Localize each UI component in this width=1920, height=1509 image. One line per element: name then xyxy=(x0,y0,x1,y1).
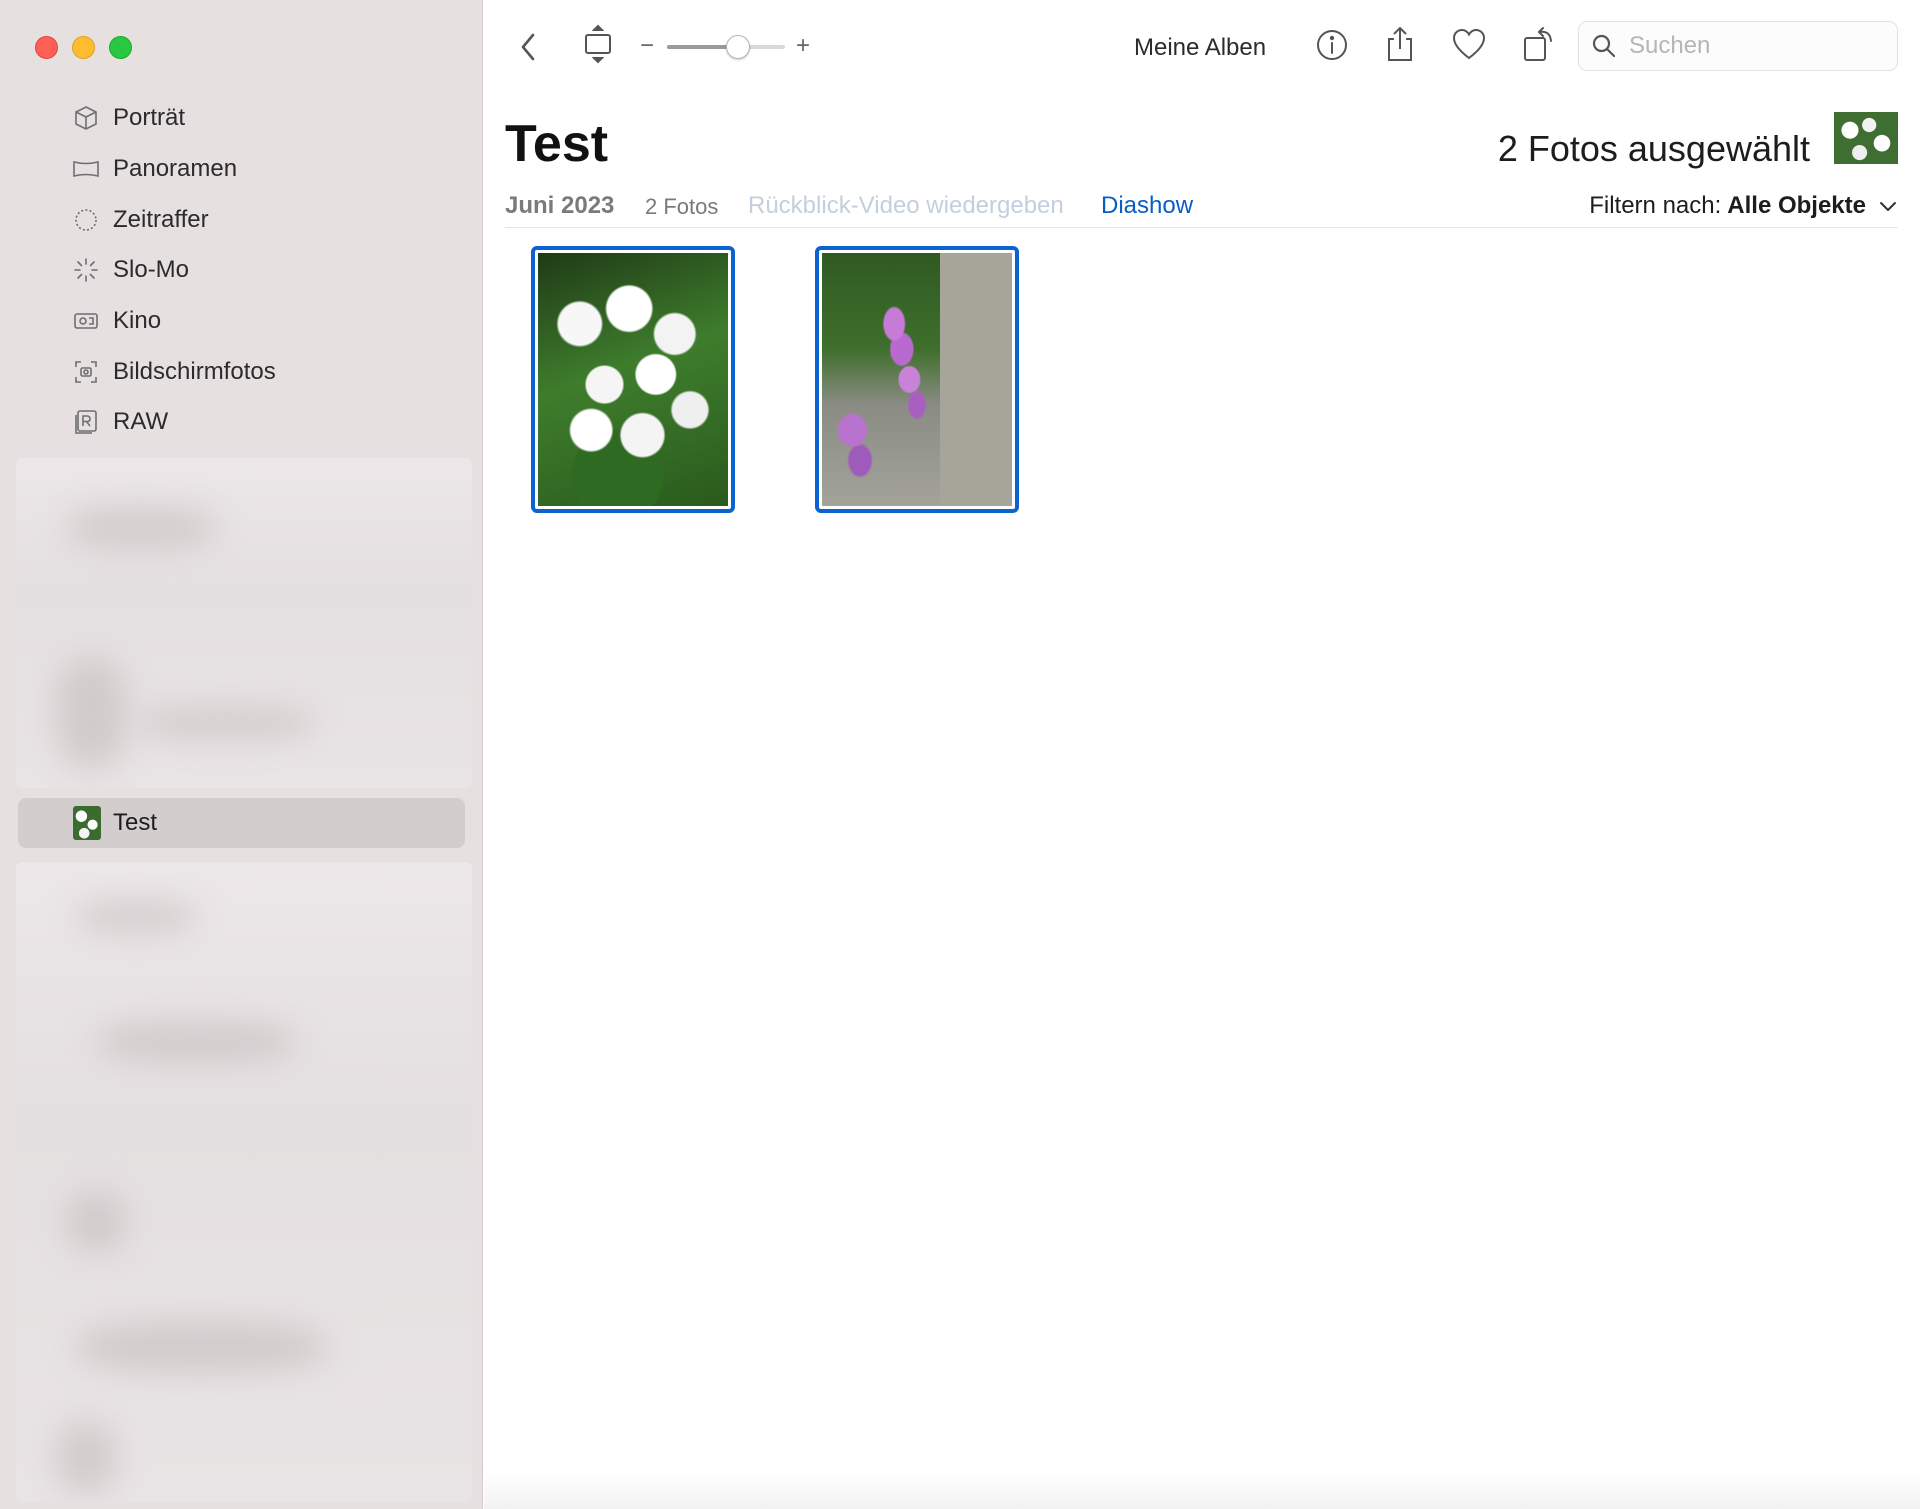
zoom-out-button[interactable]: − xyxy=(640,32,654,60)
back-button[interactable] xyxy=(514,30,544,64)
photo-purple-foxglove xyxy=(822,253,1012,506)
sidebar-item-label: RAW xyxy=(113,408,169,436)
search-field[interactable] xyxy=(1578,21,1898,71)
sidebar: Porträt Panoramen Zeitraffer Slo-Mo Kino xyxy=(0,0,483,1509)
sidebar-item-screenshots[interactable]: Bildschirmfotos xyxy=(0,346,483,397)
search-input[interactable] xyxy=(1629,32,1879,60)
sidebar-item-raw[interactable]: RAW xyxy=(0,397,483,448)
share-button[interactable] xyxy=(1384,25,1416,63)
chevron-down-icon xyxy=(1880,202,1896,211)
window-controls xyxy=(35,36,132,59)
info-button[interactable] xyxy=(1315,28,1349,62)
filter-dropdown[interactable]: Filtern nach: Alle Objekte xyxy=(1589,192,1898,220)
sidebar-item-label: Test xyxy=(113,809,158,836)
toolbar: − + Meine Alben xyxy=(484,0,1920,95)
search-icon xyxy=(1592,34,1616,58)
sidebar-item-label: Slo-Mo xyxy=(113,256,190,284)
sidebar-item-portrait[interactable]: Porträt xyxy=(0,93,483,144)
sidebar-item-label: Porträt xyxy=(113,104,186,132)
my-albums-label[interactable]: Meine Alben xyxy=(1134,34,1266,62)
share-icon xyxy=(1388,26,1412,61)
info-icon xyxy=(1317,30,1347,60)
panorama-icon xyxy=(73,156,99,182)
slideshow-link[interactable]: Diashow xyxy=(1101,192,1193,220)
favorite-button[interactable] xyxy=(1451,28,1487,62)
play-memory-video-link[interactable]: Rückblick-Video wiedergeben xyxy=(748,192,1064,220)
zoom-slider[interactable] xyxy=(667,35,785,59)
photo-thumbnail[interactable] xyxy=(531,246,735,513)
zoom-slider-knob[interactable] xyxy=(725,35,750,59)
rotate-icon xyxy=(1524,27,1552,61)
album-thumbnail xyxy=(73,806,101,840)
fit-view-button[interactable] xyxy=(582,24,614,66)
date-label: Juni 2023 xyxy=(505,192,615,219)
zoom-in-button[interactable]: + xyxy=(796,32,810,60)
rotate-button[interactable] xyxy=(1521,24,1557,64)
redacted-sidebar-section xyxy=(16,458,472,788)
page-title: Test xyxy=(505,115,609,173)
fit-view-icon xyxy=(585,24,611,64)
album-meta-row: Juni 2023 2 Fotos Rückblick-Video wieder… xyxy=(505,188,1898,228)
heart-icon xyxy=(1452,28,1486,60)
photo-thumbnail[interactable] xyxy=(815,246,1019,513)
chevron-left-icon xyxy=(521,33,535,61)
sidebar-media-types: Porträt Panoramen Zeitraffer Slo-Mo Kino xyxy=(0,93,483,448)
screenshot-icon xyxy=(73,359,99,385)
close-window-button[interactable] xyxy=(35,36,58,59)
selection-thumbnail xyxy=(1834,112,1898,164)
photo-count: 2 Fotos xyxy=(645,194,719,219)
zoom-window-button[interactable] xyxy=(109,36,132,59)
sidebar-item-label: Zeitraffer xyxy=(113,205,209,233)
photo-white-flowers xyxy=(538,253,728,506)
sidebar-item-label: Panoramen xyxy=(113,155,238,183)
sidebar-item-timelapse[interactable]: Zeitraffer xyxy=(0,194,483,245)
filter-label: Filtern nach: xyxy=(1589,192,1722,219)
raw-icon xyxy=(73,409,99,435)
sidebar-item-slomo[interactable]: Slo-Mo xyxy=(0,245,483,296)
bottom-edge xyxy=(484,1469,1920,1509)
filter-value: Alle Objekte xyxy=(1727,192,1866,219)
sidebar-item-cinematic[interactable]: Kino xyxy=(0,296,483,347)
slomo-icon xyxy=(73,257,99,283)
sidebar-item-panoramas[interactable]: Panoramen xyxy=(0,144,483,195)
sidebar-item-label: Kino xyxy=(113,307,162,335)
selection-count: 2 Fotos ausgewählt xyxy=(1497,128,1810,169)
cube-icon xyxy=(73,105,99,131)
sidebar-item-label: Bildschirmfotos xyxy=(113,357,276,385)
sidebar-item-album-test[interactable]: Test xyxy=(18,798,465,848)
minimize-window-button[interactable] xyxy=(72,36,95,59)
redacted-sidebar-section xyxy=(16,862,472,1502)
timelapse-icon xyxy=(73,207,99,233)
cinematic-icon xyxy=(73,308,99,334)
